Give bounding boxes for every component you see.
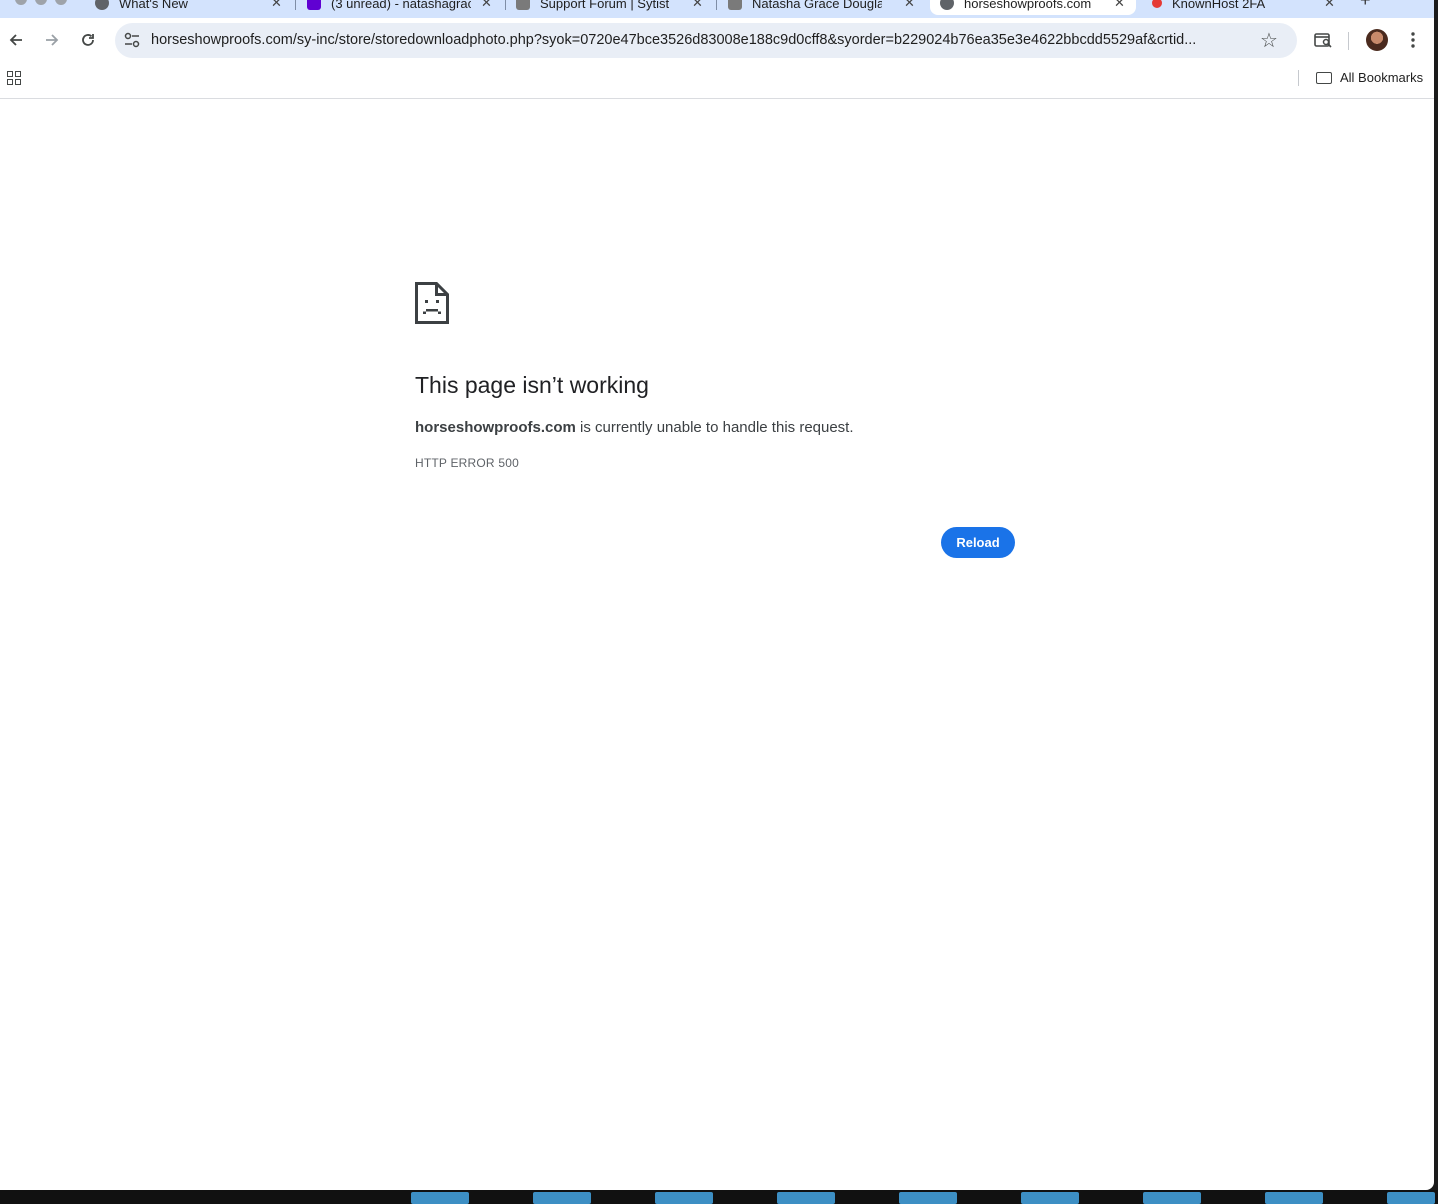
dock-item[interactable] bbox=[899, 1192, 957, 1204]
dock-item[interactable] bbox=[1265, 1192, 1323, 1204]
browser-window: What's New ✕ (3 unread) - natashagrac ✕ … bbox=[0, 0, 1434, 1190]
close-tab-icon[interactable]: ✕ bbox=[271, 0, 282, 11]
tab-title: What's New bbox=[119, 0, 188, 11]
tab-divider bbox=[295, 0, 296, 10]
site-settings-icon[interactable] bbox=[123, 31, 141, 49]
dock-item[interactable] bbox=[1387, 1192, 1435, 1204]
tab-favicon bbox=[1152, 0, 1162, 8]
tab-favicon bbox=[940, 0, 954, 10]
error-code: HTTP ERROR 500 bbox=[415, 456, 519, 470]
url-text[interactable]: horseshowproofs.com/sy-inc/store/storedo… bbox=[151, 32, 1251, 48]
address-bar[interactable]: horseshowproofs.com/sy-inc/store/storedo… bbox=[115, 23, 1297, 58]
tab-favicon bbox=[95, 0, 109, 10]
reload-button[interactable]: Reload bbox=[941, 527, 1015, 558]
tab-favicon bbox=[516, 0, 530, 10]
bookmark-star-icon[interactable]: ☆ bbox=[1260, 28, 1278, 53]
tab-strip: What's New ✕ (3 unread) - natashagrac ✕ … bbox=[0, 0, 1434, 18]
tab-divider bbox=[716, 0, 717, 10]
all-bookmarks-button[interactable]: All Bookmarks bbox=[1316, 70, 1423, 85]
reload-icon bbox=[82, 34, 94, 46]
dock-strip bbox=[0, 1190, 1438, 1204]
reload-toolbar-button[interactable] bbox=[74, 26, 102, 54]
apps-grid-icon[interactable] bbox=[7, 71, 21, 85]
tab-divider bbox=[505, 0, 506, 10]
close-tab-icon[interactable]: ✕ bbox=[481, 0, 492, 11]
error-summary: horseshowproofs.com is currently unable … bbox=[415, 419, 854, 436]
tab-title: (3 unread) - natashagrac bbox=[331, 0, 471, 11]
profile-avatar[interactable] bbox=[1366, 29, 1388, 51]
bookmarks-divider bbox=[1298, 70, 1299, 86]
error-host: horseshowproofs.com bbox=[415, 419, 576, 436]
close-tab-icon[interactable]: ✕ bbox=[1114, 0, 1125, 11]
forward-arrow-icon bbox=[46, 34, 59, 46]
tab-unread[interactable]: (3 unread) - natashagrac ✕ bbox=[307, 0, 492, 15]
toolbar-divider bbox=[1348, 32, 1349, 50]
back-button[interactable] bbox=[2, 26, 30, 54]
error-heading: This page isn’t working bbox=[415, 372, 649, 398]
sad-page-icon bbox=[415, 282, 449, 324]
tab-whats-new[interactable]: What's New ✕ bbox=[95, 0, 282, 15]
all-bookmarks-label: All Bookmarks bbox=[1340, 70, 1424, 85]
tab-title: KnownHost 2FA bbox=[1172, 0, 1266, 11]
back-arrow-icon bbox=[9, 34, 22, 46]
forward-button[interactable] bbox=[38, 26, 66, 54]
dock-item[interactable] bbox=[655, 1192, 713, 1204]
search-tabs-button[interactable] bbox=[1309, 26, 1337, 54]
tab-favicon bbox=[728, 0, 742, 10]
new-tab-icon[interactable]: + bbox=[1360, 0, 1371, 11]
close-tab-icon[interactable]: ✕ bbox=[692, 0, 703, 11]
tab-horseshowproofs[interactable]: horseshowproofs.com ✕ bbox=[930, 0, 1136, 15]
close-window-button[interactable] bbox=[15, 0, 27, 5]
zoom-window-button[interactable] bbox=[55, 0, 67, 5]
tab-knownhost[interactable]: KnownHost 2FA ✕ bbox=[1152, 0, 1335, 15]
dock-item[interactable] bbox=[777, 1192, 835, 1204]
tab-title: Natasha Grace Douglas bbox=[752, 0, 882, 11]
dock-item[interactable] bbox=[1143, 1192, 1201, 1204]
tab-support-forum[interactable]: Support Forum | Sytist | ✕ bbox=[516, 0, 703, 15]
bookmarks-bar: All Bookmarks bbox=[0, 62, 1434, 99]
menu-button[interactable] bbox=[1399, 26, 1427, 54]
close-tab-icon[interactable]: ✕ bbox=[1324, 0, 1335, 11]
more-vert-icon bbox=[1411, 32, 1415, 48]
minimize-window-button[interactable] bbox=[35, 0, 47, 5]
toolbar: horseshowproofs.com/sy-inc/store/storedo… bbox=[0, 18, 1434, 62]
tab-natasha[interactable]: Natasha Grace Douglas ✕ bbox=[728, 0, 915, 15]
tab-title: Support Forum | Sytist | bbox=[540, 0, 670, 11]
tab-title: horseshowproofs.com bbox=[964, 0, 1092, 11]
dock-item[interactable] bbox=[533, 1192, 591, 1204]
tab-search-icon bbox=[1314, 33, 1332, 48]
close-tab-icon[interactable]: ✕ bbox=[904, 0, 915, 11]
dock-item[interactable] bbox=[1021, 1192, 1079, 1204]
dock-item[interactable] bbox=[411, 1192, 469, 1204]
tab-favicon bbox=[307, 0, 321, 10]
folder-icon bbox=[1316, 71, 1332, 84]
error-message: is currently unable to handle this reque… bbox=[575, 419, 854, 436]
